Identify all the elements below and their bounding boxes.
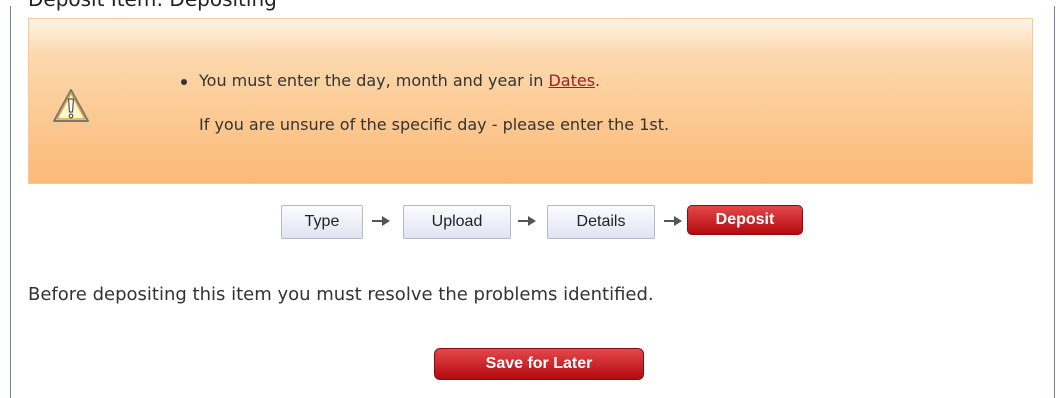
bullet-icon <box>181 79 187 85</box>
arrow-right-icon <box>664 216 682 226</box>
problems-box: You must enter the day, month and year i… <box>28 18 1033 184</box>
workflow-step-deposit[interactable]: Deposit <box>687 205 803 235</box>
workflow-step-details[interactable]: Details <box>547 205 655 239</box>
problem-subtext: If you are unsure of the specific day - … <box>199 115 670 134</box>
workflow-step-type[interactable]: Type <box>281 205 363 239</box>
problem-list: You must enter the day, month and year i… <box>181 71 669 134</box>
problem-text: You must enter the day, month and year i… <box>199 71 549 90</box>
arrow-right-icon <box>372 216 390 226</box>
dates-link[interactable]: Dates <box>548 71 595 90</box>
workflow-step-upload[interactable]: Upload <box>403 205 511 239</box>
problem-text-end: . <box>595 71 601 90</box>
resolve-problems-notice: Before depositing this item you must res… <box>28 284 654 305</box>
save-for-later-button[interactable]: Save for Later <box>434 348 644 380</box>
problem-item: You must enter the day, month and year i… <box>181 71 669 134</box>
warning-icon <box>53 89 89 122</box>
arrow-right-icon <box>518 216 536 226</box>
